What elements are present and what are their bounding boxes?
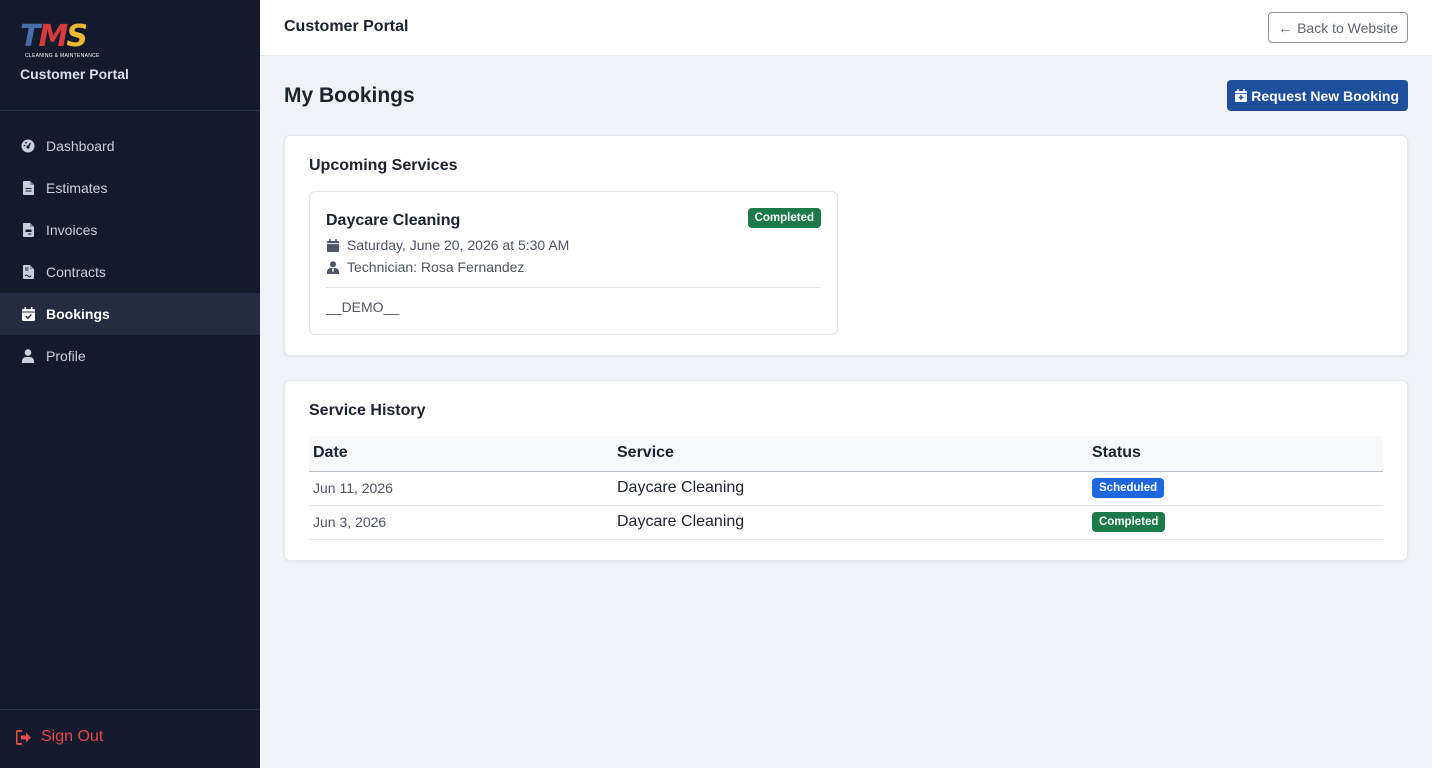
tms-logo[interactable]: TMS CLEANING & MAINTENANCE xyxy=(20,22,110,60)
sidebar-item-estimates[interactable]: Estimates xyxy=(0,167,260,209)
sign-out-section: Sign Out xyxy=(0,709,260,768)
table-row[interactable]: Jun 11, 2026 Daycare Cleaning Scheduled xyxy=(309,471,1383,506)
upcoming-services-card: Upcoming Services Daycare Cleaning Compl… xyxy=(284,135,1408,356)
column-header-service: Service xyxy=(613,436,1088,472)
row-service: Daycare Cleaning xyxy=(613,471,1088,506)
booking-service-name: Daycare Cleaning xyxy=(326,212,461,229)
file-invoice-icon xyxy=(21,223,35,237)
dashboard-icon xyxy=(21,139,35,153)
calendar-plus-icon xyxy=(1235,89,1248,102)
column-header-date: Date xyxy=(309,436,613,472)
arrow-left-icon: ← xyxy=(1278,19,1293,36)
booking-technician: Technician: Rosa Fernandez xyxy=(326,259,524,275)
status-badge: Completed xyxy=(1092,512,1166,532)
sidebar-item-dashboard[interactable]: Dashboard xyxy=(0,125,260,167)
sign-out-label: Sign Out xyxy=(41,728,104,745)
service-history-card: Service History Date Service Status Jun … xyxy=(284,380,1408,561)
table-row[interactable]: Jun 3, 2026 Daycare Cleaning Completed xyxy=(309,505,1383,540)
top-header: Customer Portal ← Back to Website xyxy=(260,0,1432,56)
column-header-status: Status xyxy=(1088,436,1383,472)
row-status-cell: Completed xyxy=(1088,505,1383,540)
booking-datetime: Saturday, June 20, 2026 at 5:30 AM xyxy=(326,237,569,253)
row-status-cell: Scheduled xyxy=(1088,471,1383,506)
calendar-check-icon xyxy=(21,307,35,321)
brand: TMS CLEANING & MAINTENANCE Customer Port… xyxy=(0,0,260,111)
divider xyxy=(326,287,821,288)
service-history-table: Date Service Status Jun 11, 2026 Daycare… xyxy=(309,436,1383,540)
user-icon xyxy=(21,349,35,363)
header-title: Customer Portal xyxy=(284,18,409,35)
brand-title: Customer Portal xyxy=(20,66,129,82)
file-contract-icon xyxy=(21,265,35,279)
row-date: Jun 11, 2026 xyxy=(309,471,613,506)
sidebar-nav: Dashboard Estimates Invoices Contracts B… xyxy=(0,111,260,377)
sign-out-icon xyxy=(16,729,33,745)
sidebar-item-profile[interactable]: Profile xyxy=(0,335,260,377)
sidebar: TMS CLEANING & MAINTENANCE Customer Port… xyxy=(0,0,260,768)
booking-card[interactable]: Daycare Cleaning Completed Saturday, Jun… xyxy=(309,191,838,335)
sidebar-item-contracts[interactable]: Contracts xyxy=(0,251,260,293)
row-date: Jun 3, 2026 xyxy=(309,505,613,540)
calendar-icon xyxy=(326,238,339,252)
request-new-booking-button[interactable]: Request New Booking xyxy=(1227,80,1408,111)
status-badge: Completed xyxy=(747,208,821,228)
request-new-booking-label: Request New Booking xyxy=(1251,87,1399,104)
sign-out-button[interactable]: Sign Out xyxy=(0,710,260,746)
upcoming-services-title: Upcoming Services xyxy=(309,157,458,174)
table-header-row: Date Service Status xyxy=(309,436,1383,472)
row-service: Daycare Cleaning xyxy=(613,505,1088,540)
file-icon xyxy=(21,181,35,195)
technician-icon xyxy=(326,260,339,274)
page-title: My Bookings xyxy=(284,84,415,107)
sidebar-item-invoices[interactable]: Invoices xyxy=(0,209,260,251)
sidebar-item-bookings[interactable]: Bookings xyxy=(0,293,260,335)
back-to-website-label: Back to Website xyxy=(1297,19,1398,36)
status-badge: Scheduled xyxy=(1092,478,1165,498)
booking-note: __DEMO__ xyxy=(326,299,400,315)
back-to-website-button[interactable]: ← Back to Website xyxy=(1268,12,1408,43)
service-history-title: Service History xyxy=(309,402,426,419)
